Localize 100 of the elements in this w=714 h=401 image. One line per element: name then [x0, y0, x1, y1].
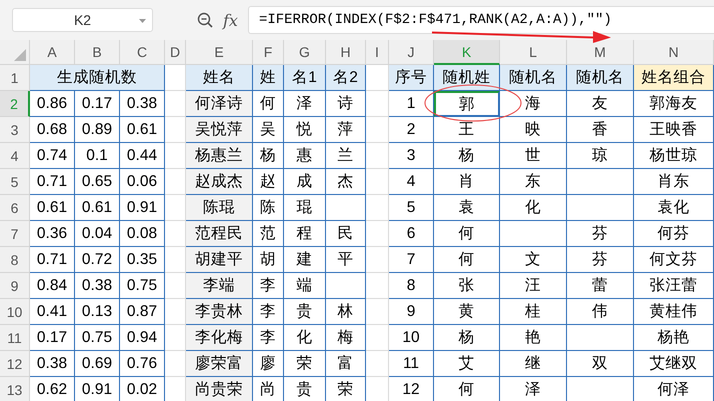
table-cell[interactable]: 何 — [434, 221, 500, 247]
column-header[interactable]: M — [567, 40, 634, 65]
table-cell: 5 — [389, 195, 434, 221]
column-header[interactable]: N — [634, 40, 714, 65]
row-header[interactable]: 7 — [0, 221, 30, 247]
table-cell: 世 — [500, 143, 567, 169]
row-header[interactable]: 9 — [0, 273, 30, 299]
table-cell: 荣 — [284, 351, 326, 377]
column-header[interactable]: B — [75, 40, 120, 65]
table-cell: 0.86 — [30, 91, 75, 117]
table-cell: 0.75 — [120, 273, 165, 299]
table-cell: 惠 — [284, 143, 326, 169]
table-cell: 0.38 — [120, 91, 165, 117]
row-header[interactable]: 6 — [0, 195, 30, 221]
table-cell: 0.65 — [75, 169, 120, 195]
zoom-icon[interactable] — [197, 12, 213, 28]
table-cell: 肖东 — [634, 169, 714, 195]
table-cell[interactable]: 黄 — [434, 299, 500, 325]
table-cell[interactable]: 艾 — [434, 351, 500, 377]
column-header[interactable]: G — [284, 40, 326, 65]
formula-field[interactable]: =IFERROR(INDEX(F$2:F$471,RANK(A2,A:A)),"") — [248, 6, 714, 34]
row-header[interactable]: 11 — [0, 325, 30, 351]
table-cell: 2 — [389, 117, 434, 143]
table-cell: 1 — [389, 91, 434, 117]
column-header[interactable]: F — [253, 40, 284, 65]
row-header[interactable]: 3 — [0, 117, 30, 143]
table-cell[interactable]: 何 — [434, 247, 500, 273]
table-cell: 萍 — [326, 117, 366, 143]
row-header[interactable]: 4 — [0, 143, 30, 169]
table-cell: 化 — [284, 325, 326, 351]
empty-cell — [366, 195, 389, 221]
table-cell: 赵 — [253, 169, 284, 195]
table-cell[interactable]: 肖 — [434, 169, 500, 195]
empty-cell — [567, 325, 634, 351]
table-cell: 泽 — [284, 91, 326, 117]
selected-cell[interactable]: 郭 — [434, 91, 500, 117]
column-header[interactable]: L — [500, 40, 567, 65]
table-cell: 0.74 — [30, 143, 75, 169]
table-cell: 泽 — [500, 377, 567, 401]
empty-cell — [326, 273, 366, 299]
table-cell: 0.91 — [75, 377, 120, 401]
table-cell: 12 — [389, 377, 434, 401]
table-cell: 艾继双 — [634, 351, 714, 377]
table-cell: 继 — [500, 351, 567, 377]
column-header[interactable]: C — [120, 40, 165, 65]
table-cell: 张汪蕾 — [634, 273, 714, 299]
row-header[interactable]: 1 — [0, 65, 30, 91]
table-cell: 0.61 — [75, 195, 120, 221]
table-cell[interactable]: 何 — [434, 377, 500, 401]
table-cell: 10 — [389, 325, 434, 351]
table-cell[interactable]: 袁 — [434, 195, 500, 221]
table-cell: 吴 — [253, 117, 284, 143]
empty-cell — [366, 169, 389, 195]
table-cell: 杨 — [253, 143, 284, 169]
column-header[interactable]: J — [389, 40, 434, 65]
table-cell[interactable]: 张 — [434, 273, 500, 299]
table-cell: 4 — [389, 169, 434, 195]
table-cell[interactable]: 杨 — [434, 143, 500, 169]
function-label[interactable]: fx — [223, 10, 238, 30]
empty-cell — [366, 351, 389, 377]
row-header[interactable]: 8 — [0, 247, 30, 273]
table-cell: 诗 — [326, 91, 366, 117]
column-header[interactable]: H — [326, 40, 366, 65]
table-cell: 0.13 — [75, 299, 120, 325]
column-header[interactable]: E — [186, 40, 253, 65]
table-cell: 范 — [253, 221, 284, 247]
name-box[interactable]: K2 — [12, 8, 153, 32]
table-cell: 伟 — [567, 299, 634, 325]
row-header[interactable]: 10 — [0, 299, 30, 325]
header-cell: 随机姓 — [434, 65, 500, 91]
table-cell: 杰 — [326, 169, 366, 195]
column-header[interactable]: D — [165, 40, 186, 65]
table-cell: 0.69 — [75, 351, 120, 377]
column-header[interactable]: I — [366, 40, 389, 65]
table-cell: 杨惠兰 — [186, 143, 253, 169]
table-cell: 蕾 — [567, 273, 634, 299]
table-cell: 9 — [389, 299, 434, 325]
table-cell[interactable]: 王 — [434, 117, 500, 143]
table-cell: 艳 — [500, 325, 567, 351]
table-cell: 贵 — [284, 299, 326, 325]
empty-cell — [326, 195, 366, 221]
table-cell: 李端 — [186, 273, 253, 299]
table-cell: 杨世琼 — [634, 143, 714, 169]
table-cell: 胡 — [253, 247, 284, 273]
table-cell: 桂 — [500, 299, 567, 325]
empty-cell — [366, 117, 389, 143]
column-header[interactable]: A — [30, 40, 75, 65]
row-header[interactable]: 12 — [0, 351, 30, 377]
table-cell: 李化梅 — [186, 325, 253, 351]
table-cell: 0.02 — [120, 377, 165, 401]
table-cell: 0.04 — [75, 221, 120, 247]
table-cell: 富 — [326, 351, 366, 377]
table-cell: 李 — [253, 299, 284, 325]
table-cell: 0.94 — [120, 325, 165, 351]
table-cell[interactable]: 杨 — [434, 325, 500, 351]
table-cell: 廖荣富 — [186, 351, 253, 377]
row-header[interactable]: 5 — [0, 169, 30, 195]
row-header[interactable]: 13 — [0, 377, 30, 401]
table-cell: 芬 — [567, 247, 634, 273]
table-cell: 民 — [326, 221, 366, 247]
